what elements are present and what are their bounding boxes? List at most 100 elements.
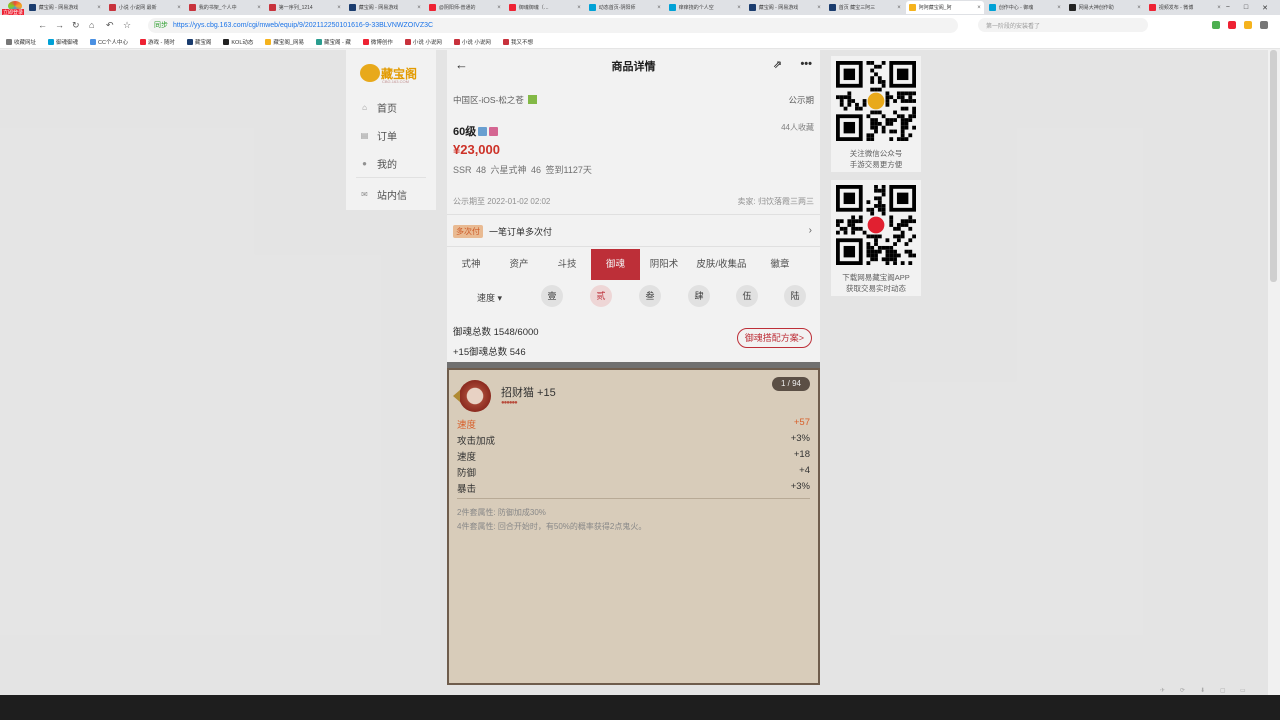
tab-close-icon[interactable]: ×: [977, 5, 981, 11]
slot-tab[interactable]: 陆: [784, 285, 806, 307]
sidebar-item-mine[interactable]: ● 我的: [360, 156, 397, 171]
forward-icon[interactable]: →: [55, 20, 69, 30]
browser-search-input[interactable]: 第一阶段的安装看了: [978, 18, 1148, 32]
tab-close-icon[interactable]: ×: [897, 5, 901, 11]
chevron-right-icon[interactable]: ›: [809, 225, 812, 236]
category-tab[interactable]: 斗技: [543, 249, 591, 280]
page-scrollbar[interactable]: [1268, 50, 1280, 695]
browser-tab[interactable]: 第一序列_1214 ×: [266, 1, 344, 14]
more-icon[interactable]: •••: [800, 58, 812, 70]
tab-close-icon[interactable]: ×: [417, 5, 421, 11]
slot-tab[interactable]: 肆: [688, 285, 710, 307]
browser-tab[interactable]: 藏宝阁 - 网易游戏 ×: [346, 1, 424, 14]
extension-icon[interactable]: [1212, 21, 1220, 29]
bookmark-item[interactable]: 我又不想: [502, 38, 533, 46]
slot-tab[interactable]: 壹: [541, 285, 563, 307]
sidebar-item-home[interactable]: ⌂ 首页: [360, 100, 397, 115]
favorites-count[interactable]: 44人收藏: [781, 122, 814, 133]
close-window-icon[interactable]: ✕: [1262, 4, 1268, 12]
tab-close-icon[interactable]: ×: [1217, 5, 1221, 11]
bookmark-item[interactable]: KOL动态: [223, 38, 253, 46]
qr-module: [851, 99, 856, 103]
qr-module: [858, 215, 863, 220]
qr-module: [881, 114, 886, 119]
browser-tab[interactable]: 阿阿藏宝阁_阿 ×: [905, 1, 984, 14]
card-pager[interactable]: 1 / 94: [771, 377, 810, 391]
tab-close-icon[interactable]: ×: [817, 5, 821, 11]
tab-close-icon[interactable]: ×: [1057, 5, 1061, 11]
undo-icon[interactable]: ↶: [106, 20, 120, 31]
browser-tab[interactable]: 御魂御魂（… ×: [506, 1, 584, 14]
sidebar-item-orders[interactable]: ▤ 订单: [360, 128, 397, 143]
tray-icon[interactable]: ⬇: [1200, 687, 1205, 694]
slot-tab[interactable]: 叁: [639, 285, 661, 307]
browser-tab[interactable]: 痒痒挠的个人空 ×: [666, 1, 744, 14]
bookmark-item[interactable]: CC个人中心: [90, 38, 128, 46]
tab-close-icon[interactable]: ×: [257, 5, 261, 11]
bookmark-item[interactable]: 小说 小说网: [404, 38, 442, 46]
category-tab[interactable]: 资产: [495, 249, 543, 280]
bookmark-label: 小说 小说网: [412, 39, 442, 46]
bookmark-item[interactable]: 小说 小说网: [453, 38, 491, 46]
url-field[interactable]: 同步 https://yys.cbg.163.com/cgi/mweb/equi…: [148, 17, 958, 33]
browser-tab[interactable]: 小说 小说网 最新 ×: [106, 1, 184, 14]
back-icon[interactable]: ←: [38, 20, 52, 30]
minimize-icon[interactable]: −: [1226, 4, 1230, 12]
slot-tab[interactable]: 贰: [590, 285, 612, 307]
tab-close-icon[interactable]: ×: [1137, 5, 1141, 11]
scrollbar-thumb[interactable]: [1270, 50, 1277, 282]
browser-tab[interactable]: 网易大神创作助 ×: [1066, 1, 1144, 14]
browser-logo[interactable]: 立即登录: [0, 0, 26, 16]
bookmark-item[interactable]: 游戏 - 随时: [139, 38, 175, 46]
sort-dropdown[interactable]: 速度 ▾: [477, 291, 502, 304]
tab-favicon-icon: [188, 4, 196, 11]
extension-icon[interactable]: [1244, 21, 1252, 29]
tab-close-icon[interactable]: ×: [337, 5, 341, 11]
tab-close-icon[interactable]: ×: [577, 5, 581, 11]
browser-tab[interactable]: @阴阳师-普通的 ×: [426, 1, 504, 14]
bookmark-item[interactable]: 藏宝阁: [186, 38, 211, 46]
maximize-icon[interactable]: □: [1244, 4, 1248, 12]
bookmark-item[interactable]: 御魂御魂: [48, 38, 78, 46]
category-tab[interactable]: 皮肤/收集品: [688, 249, 755, 280]
browser-tab[interactable]: 我的书架_个人中 ×: [186, 1, 264, 14]
bookmark-item[interactable]: 微博创作: [362, 38, 393, 46]
attr-value: +4: [799, 465, 810, 476]
tab-close-icon[interactable]: ×: [97, 5, 101, 11]
sidebar-item-messages[interactable]: ✉ 站内信: [360, 187, 407, 202]
tab-close-icon[interactable]: ×: [657, 5, 661, 11]
reload-icon[interactable]: ↻: [72, 20, 86, 31]
bookmark-item[interactable]: 藏宝阁_网易: [265, 38, 304, 46]
star-icon[interactable]: ☆: [123, 20, 137, 31]
browser-tab[interactable]: 藏宝阁 - 网易游戏 ×: [746, 1, 824, 14]
tray-icon[interactable]: ▢: [1220, 687, 1226, 694]
soul-plan-button[interactable]: 御魂搭配方案>: [736, 328, 812, 348]
tray-icon[interactable]: ▭: [1240, 687, 1246, 694]
category-tab[interactable]: 徽章: [755, 249, 805, 280]
tab-label: 阿阿藏宝阁_阿: [918, 5, 952, 11]
back-arrow-icon[interactable]: ←: [455, 57, 468, 72]
extension-icon[interactable]: [1228, 21, 1236, 29]
category-tab[interactable]: 式神: [447, 249, 495, 280]
browser-tab[interactable]: 首页 藏宝三阿三 ×: [826, 1, 904, 14]
share-icon[interactable]: ⇗: [773, 58, 782, 71]
bookmark-item[interactable]: 收藏网址: [6, 38, 36, 46]
qr-module: [881, 61, 886, 65]
category-tab[interactable]: 阴阳术: [640, 249, 688, 280]
bookmark-item[interactable]: 藏宝阁 - 藏: [315, 38, 351, 46]
browser-tab[interactable]: 创作中心 - 御魂 ×: [986, 1, 1064, 14]
tray-icon[interactable]: ✈: [1160, 687, 1165, 694]
home-icon[interactable]: ⌂: [89, 20, 103, 30]
multipay-row[interactable]: 多次付 一笔订单多次付: [453, 225, 552, 238]
tab-close-icon[interactable]: ×: [177, 5, 181, 11]
menu-icon[interactable]: [1260, 21, 1268, 29]
site-logo[interactable]: 藏宝阁 CBG.163.COM: [360, 60, 424, 86]
tab-close-icon[interactable]: ×: [737, 5, 741, 11]
tab-close-icon[interactable]: ×: [497, 5, 501, 11]
slot-tab[interactable]: 伍: [736, 285, 758, 307]
tray-icon[interactable]: ⟳: [1180, 687, 1185, 694]
category-tab[interactable]: 御魂: [591, 249, 640, 280]
browser-tab[interactable]: 藏宝阁 - 网易游戏 ×: [26, 1, 104, 14]
browser-tab[interactable]: 视频发布 - 微博 ×: [1146, 1, 1224, 14]
browser-tab[interactable]: 动态首页-阴阳师 ×: [586, 1, 664, 14]
